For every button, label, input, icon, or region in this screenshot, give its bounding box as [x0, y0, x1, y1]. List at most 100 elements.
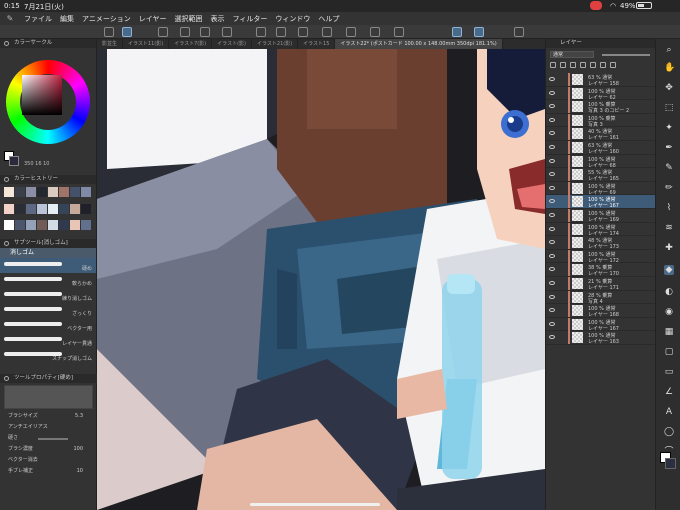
menu-animation[interactable]: アニメーション: [78, 14, 135, 24]
snap-icon[interactable]: [394, 27, 404, 37]
menu-filter[interactable]: フィルター: [229, 14, 272, 24]
hamburger-menu-icon[interactable]: [104, 27, 114, 37]
canvas[interactable]: [97, 49, 545, 510]
gradient-icon[interactable]: ▦: [664, 327, 674, 337]
brush-icon[interactable]: ⌇: [664, 203, 674, 213]
hardness-slider[interactable]: [38, 438, 68, 440]
document-tab[interactable]: 影並生: [97, 39, 124, 49]
figure-icon[interactable]: ▢: [664, 347, 674, 357]
document-tab[interactable]: イラスト21(影): [252, 39, 299, 49]
blend-icon[interactable]: ◐: [664, 287, 674, 297]
layer-row[interactable]: 100 % 通常 レイヤー 167: [546, 317, 656, 332]
layer-row[interactable]: 21 % 乗算 レイヤー 171: [546, 276, 656, 291]
brush-preset-row[interactable]: 軟らかめ: [0, 273, 96, 288]
airbrush-icon[interactable]: ≋: [664, 223, 674, 233]
visibility-eye-icon[interactable]: [549, 185, 555, 190]
history-swatch[interactable]: [15, 187, 25, 197]
zoom-icon[interactable]: ⌕: [664, 45, 674, 55]
layer-row[interactable]: 48 % 通常 レイヤー 173: [546, 236, 656, 250]
fill-bucket-icon[interactable]: ◉: [664, 307, 674, 317]
reference-icon[interactable]: [560, 62, 566, 68]
visibility-eye-icon[interactable]: [549, 321, 555, 326]
history-swatch[interactable]: [59, 220, 69, 231]
clip-icon[interactable]: [550, 62, 556, 68]
density-value[interactable]: 100: [73, 444, 83, 455]
history-swatch[interactable]: [26, 203, 36, 214]
layer-row[interactable]: 100 % 通常 レイヤー 68: [546, 154, 656, 169]
menu-help[interactable]: ヘルプ: [314, 14, 343, 24]
history-swatch[interactable]: [70, 187, 80, 197]
deselect-icon[interactable]: [298, 27, 308, 37]
antialias-row[interactable]: アンチエイリアス: [0, 422, 97, 433]
layer-row[interactable]: 100 % 通常 レイヤー 62: [546, 86, 656, 101]
pencil-icon[interactable]: ✏: [664, 183, 674, 193]
document-tab[interactable]: イラスト22* (ポストカード 100.00 x 148.00mm 350dpi…: [335, 39, 503, 49]
brush-size-value[interactable]: 5.3: [75, 411, 83, 422]
visibility-eye-icon[interactable]: [549, 172, 555, 177]
layer-row[interactable]: 100 % 通常 レイヤー 172: [546, 249, 656, 264]
history-swatch[interactable]: [37, 203, 47, 214]
pen-pressure-icon[interactable]: [452, 27, 462, 37]
visibility-eye-icon[interactable]: [549, 240, 555, 245]
menu-selection[interactable]: 選択範囲: [171, 14, 207, 24]
visibility-eye-icon[interactable]: [549, 131, 555, 136]
pen-icon[interactable]: ✎: [664, 163, 674, 173]
history-swatch[interactable]: [4, 187, 14, 197]
brush-preset-row[interactable]: 硬め: [0, 258, 96, 273]
visibility-eye-icon[interactable]: [549, 117, 555, 122]
balloon-icon[interactable]: ◯: [664, 427, 674, 437]
layer-row[interactable]: 38 % 乗算 レイヤー 170: [546, 263, 656, 277]
brush-preset-row[interactable]: ざっくり: [0, 303, 96, 318]
brush-preset-row[interactable]: スナップ消しゴム: [0, 348, 96, 363]
visibility-eye-icon[interactable]: [549, 226, 555, 231]
text-icon[interactable]: A: [664, 407, 674, 417]
history-swatch[interactable]: [4, 220, 14, 231]
frame-icon[interactable]: ▭: [664, 367, 674, 377]
lock-icon[interactable]: [570, 62, 576, 68]
layer-row[interactable]: 100 % 通常 レイヤー 167: [546, 195, 656, 209]
menu-file[interactable]: ファイル: [20, 14, 56, 24]
ruler-icon[interactable]: [370, 27, 380, 37]
visibility-eye-icon[interactable]: [549, 144, 555, 149]
brush-preset-row[interactable]: レイヤー貫通: [0, 333, 96, 348]
layer-row[interactable]: 100 % 通常 レイヤー 168: [546, 304, 656, 318]
redo-icon[interactable]: [276, 27, 286, 37]
visibility-eye-icon[interactable]: [549, 104, 555, 109]
layer-row[interactable]: 100 % 乗算 写真 3 のコピー 2: [546, 100, 656, 114]
clear-icon[interactable]: [200, 27, 210, 37]
history-swatch[interactable]: [81, 220, 91, 231]
history-swatch[interactable]: [15, 220, 25, 231]
visibility-eye-icon[interactable]: [549, 280, 555, 285]
grid-icon[interactable]: [346, 27, 356, 37]
selection-icon[interactable]: ⬚: [664, 103, 674, 113]
auto-select-icon[interactable]: ✦: [664, 123, 674, 133]
blend-mode-select[interactable]: 通常: [550, 51, 594, 58]
brush-preset-row[interactable]: ベクター用: [0, 318, 96, 333]
fill-icon[interactable]: [180, 27, 190, 37]
document-tab[interactable]: イラスト7(影): [169, 39, 213, 49]
history-swatch[interactable]: [15, 203, 25, 214]
layer-row[interactable]: 100 % 通常 レイヤー 174: [546, 222, 656, 237]
move-icon[interactable]: ✥: [664, 83, 674, 93]
history-swatch[interactable]: [70, 220, 80, 231]
stabilization-value[interactable]: 10: [77, 466, 83, 477]
hand-icon[interactable]: ✋: [664, 63, 675, 73]
delete-layer-icon[interactable]: [610, 62, 616, 68]
brush-preset-row[interactable]: 練り消しゴム: [0, 288, 96, 303]
layer-row[interactable]: 100 % 通常 レイヤー 69: [546, 181, 656, 196]
history-swatch[interactable]: [26, 187, 36, 197]
invert-icon[interactable]: [322, 27, 332, 37]
visibility-eye-icon[interactable]: [549, 308, 555, 313]
layer-row[interactable]: 55 % 通常 レイヤー 165: [546, 168, 656, 182]
menu-view[interactable]: 表示: [207, 14, 229, 24]
layer-row[interactable]: 63 % 通常 レイヤー 158: [546, 73, 656, 87]
history-swatch[interactable]: [59, 187, 69, 197]
mask-icon[interactable]: [590, 62, 596, 68]
history-swatch[interactable]: [37, 187, 47, 197]
history-swatch[interactable]: [26, 220, 36, 231]
palette-sub-color[interactable]: [665, 458, 676, 469]
saturation-value-square[interactable]: [22, 75, 62, 115]
history-swatch[interactable]: [4, 203, 14, 214]
visibility-eye-icon[interactable]: [549, 158, 555, 163]
hardness-row[interactable]: 硬さ: [0, 433, 97, 444]
